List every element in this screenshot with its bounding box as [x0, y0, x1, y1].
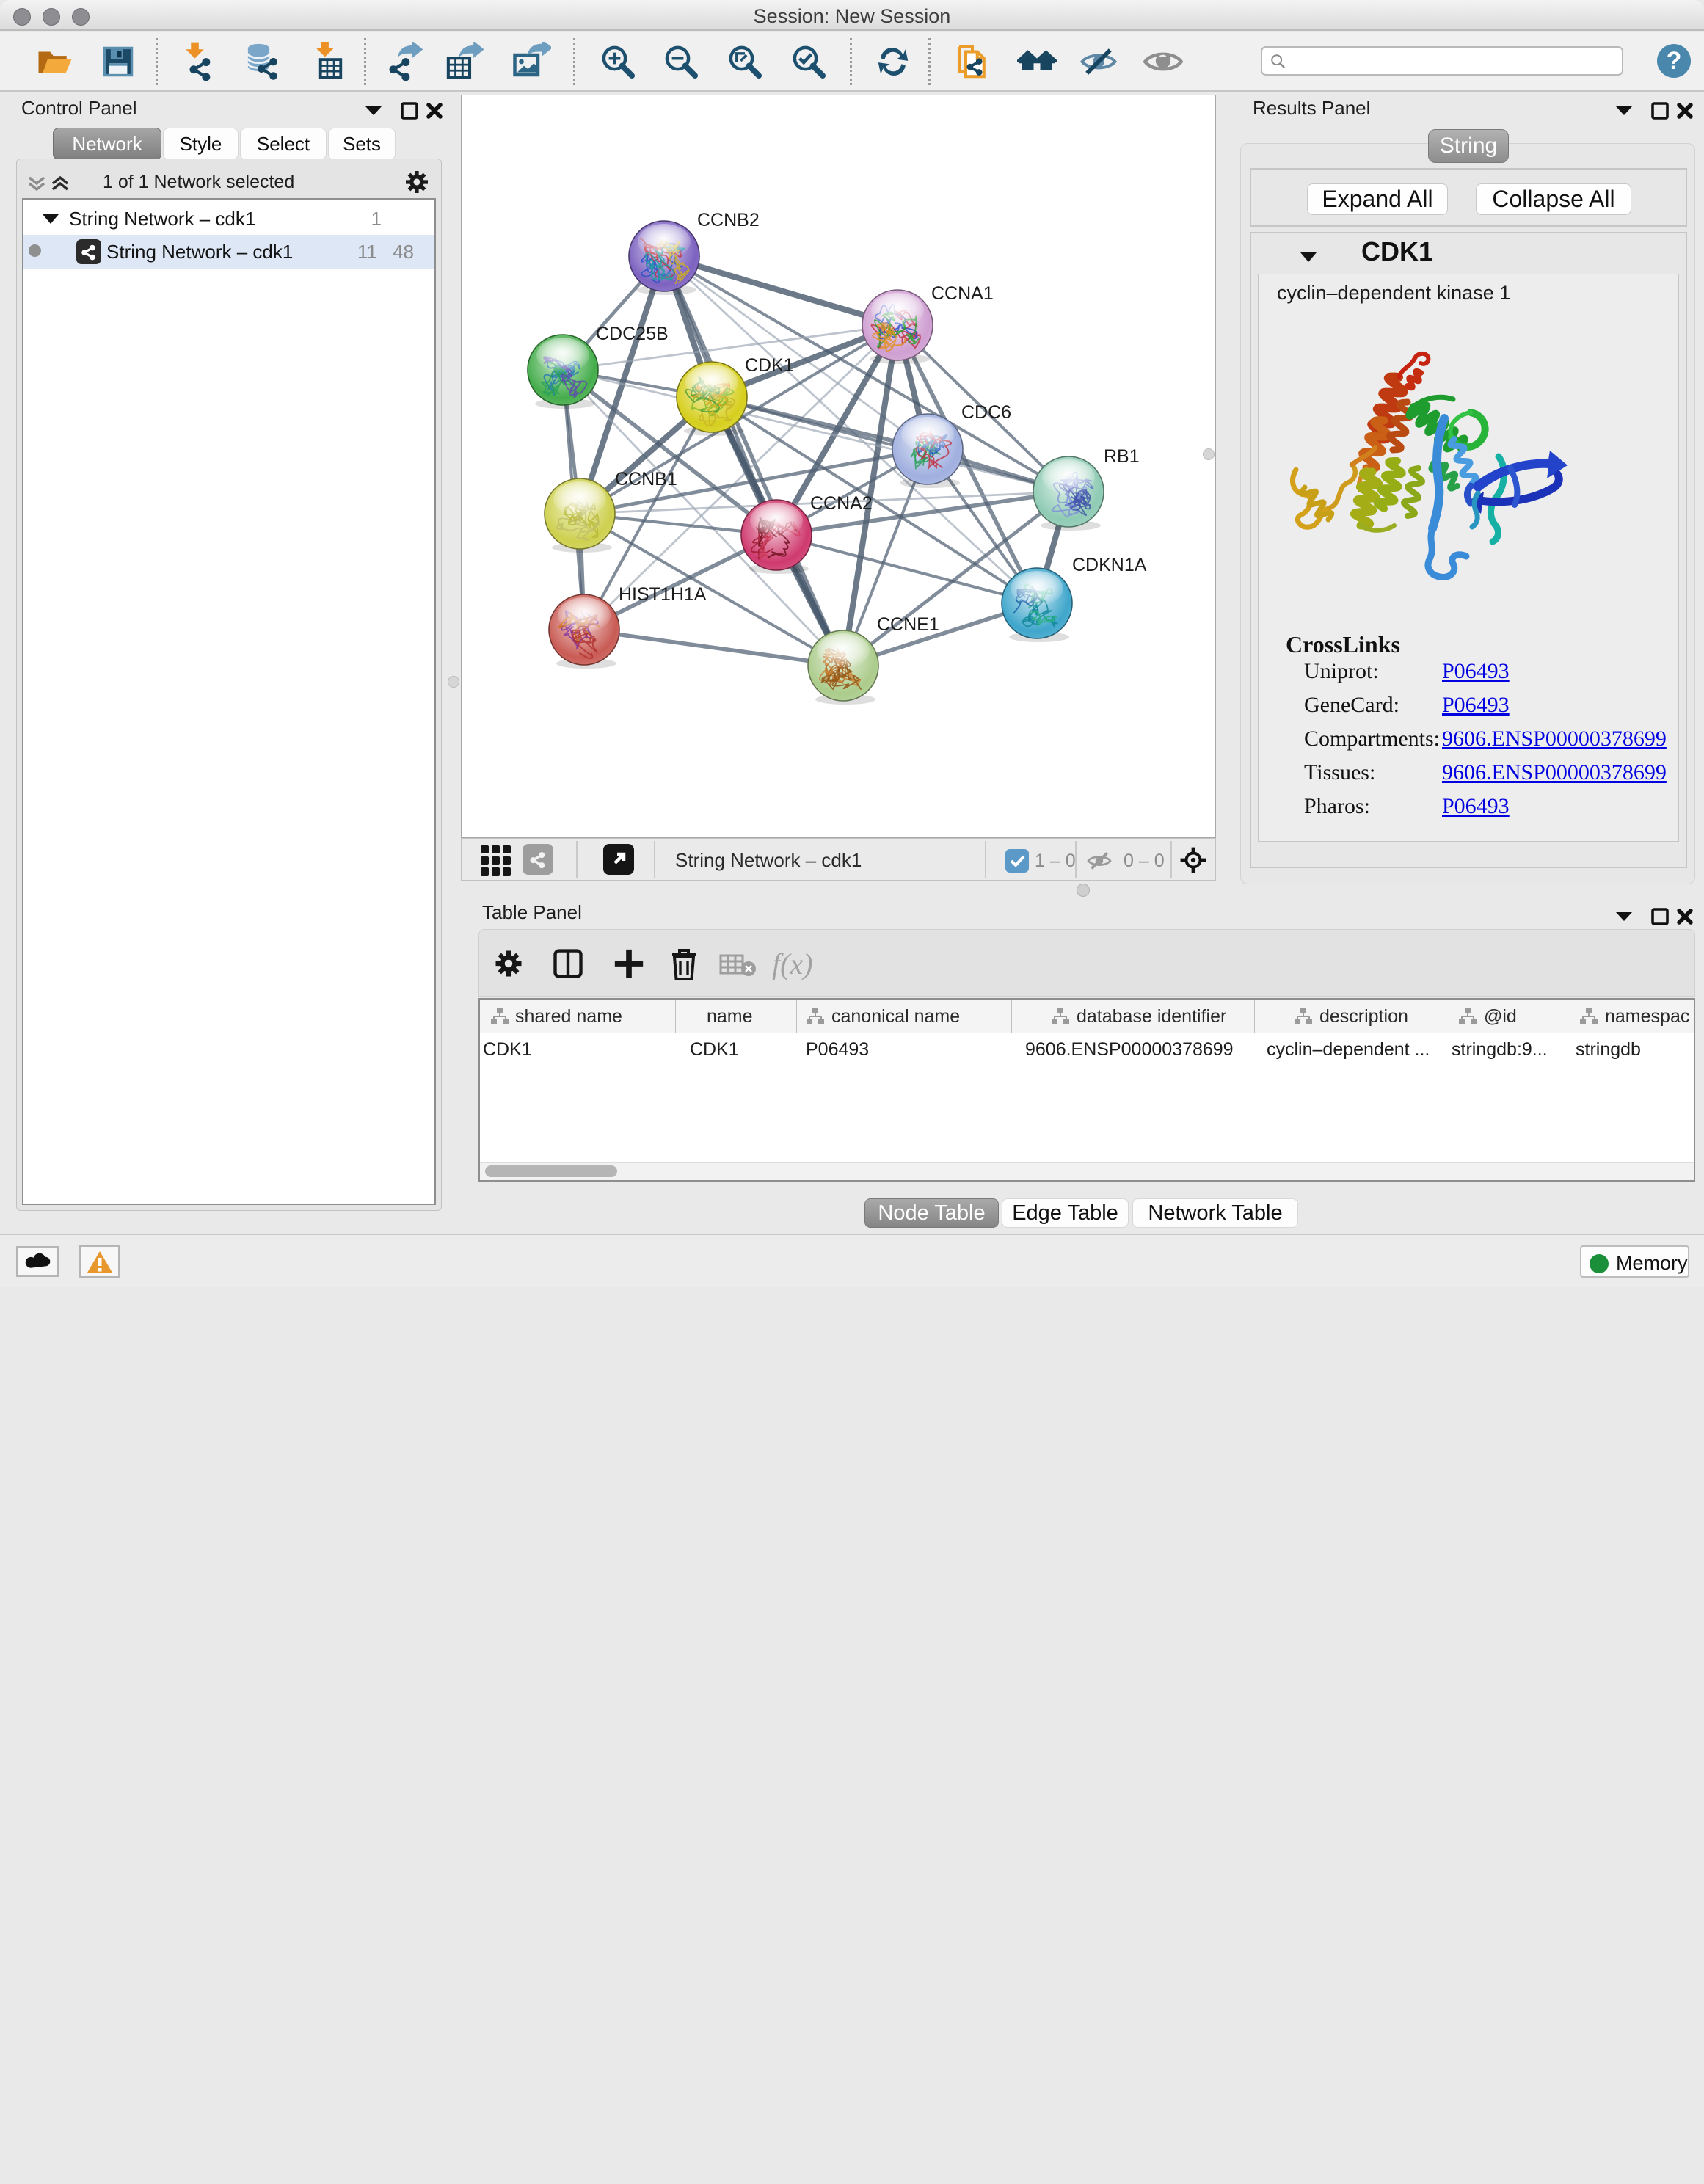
- svg-text:CDK1: CDK1: [745, 355, 794, 376]
- svg-text:RB1: RB1: [1104, 446, 1140, 467]
- svg-text:CCNE1: CCNE1: [877, 614, 939, 635]
- svg-text:CCNB2: CCNB2: [697, 210, 760, 230]
- svg-text:CDC25B: CDC25B: [596, 324, 669, 344]
- svg-text:CDC6: CDC6: [961, 402, 1011, 423]
- svg-text:CCNB1: CCNB1: [615, 469, 677, 489]
- svg-text:CDKN1A: CDKN1A: [1072, 555, 1147, 575]
- svg-text:CCNA2: CCNA2: [810, 493, 873, 514]
- svg-text:HIST1H1A: HIST1H1A: [619, 584, 707, 605]
- svg-text:CCNA1: CCNA1: [931, 283, 994, 304]
